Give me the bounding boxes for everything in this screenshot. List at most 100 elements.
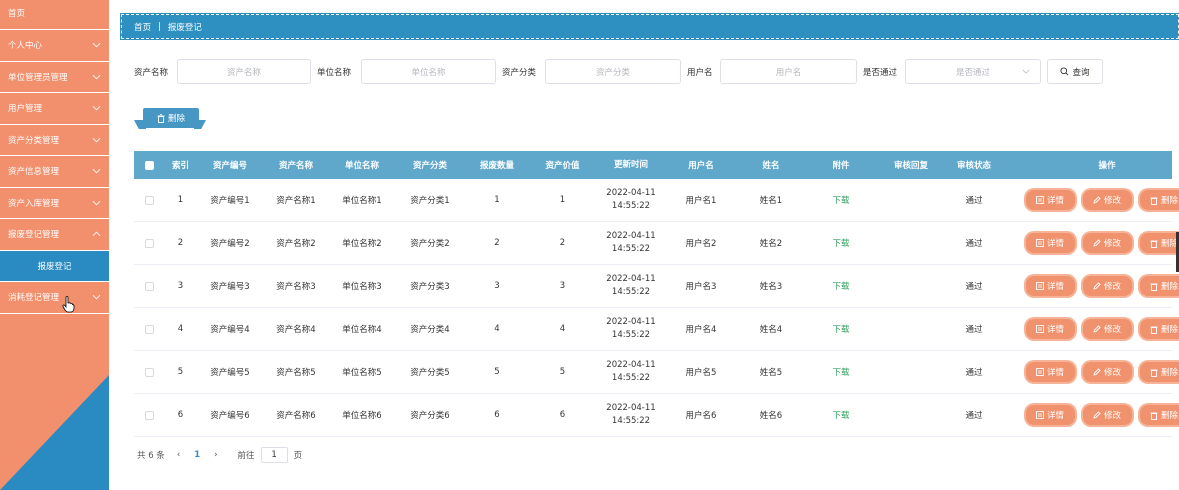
cell-unit-name: 单位名称4	[342, 325, 382, 335]
sidebar-subitem-scrap-register[interactable]: 报废登记	[0, 250, 109, 282]
cell-actions: 详情 修改 删除	[1002, 190, 1179, 210]
cell-asset-name: 资产名称3	[276, 282, 316, 292]
detail-button[interactable]: 详情	[1025, 276, 1075, 296]
row-checkbox[interactable]	[134, 367, 164, 377]
sidebar: 首页 个人中心 单位管理员管理 用户管理 资产分类管理 资产信息管理 资产入库管…	[0, 0, 109, 490]
cell-review-status: 通过	[965, 196, 983, 206]
edit-button[interactable]: 修改	[1082, 276, 1132, 296]
detail-button[interactable]: 详情	[1025, 362, 1075, 382]
row-checkbox[interactable]	[134, 410, 164, 420]
sidebar-item-scrap-management[interactable]: 报废登记管理	[0, 219, 109, 251]
edit-button[interactable]: 修改	[1082, 190, 1132, 210]
column-header: 资产名称	[278, 161, 313, 171]
row-checkbox[interactable]	[134, 238, 164, 248]
sidebar-item-asset-inbound[interactable]: 资产入库管理	[0, 188, 109, 219]
row-checkbox[interactable]	[134, 195, 164, 205]
cell-unit-name: 单位名称1	[342, 196, 382, 206]
download-link[interactable]: 下载	[832, 368, 849, 378]
sidebar-item-label: 资产入库管理	[8, 198, 60, 209]
page-number[interactable]: 1	[194, 450, 200, 460]
detail-button[interactable]: 详情	[1025, 319, 1075, 339]
sidebar-item-asset-category[interactable]: 资产分类管理	[0, 125, 109, 156]
breadcrumb-home[interactable]: 首页	[134, 21, 151, 33]
chevron-down-icon	[92, 169, 101, 174]
cell-date: 2022-04-11	[606, 231, 656, 241]
delete-button[interactable]: 删除	[1139, 362, 1179, 382]
download-link[interactable]: 下载	[832, 239, 849, 249]
cell-asset-name: 资产名称1	[276, 196, 316, 206]
delete-button[interactable]: 删除	[1139, 405, 1179, 425]
cell-updated-time: 2022-04-11 14:55:22	[596, 359, 666, 385]
cell-realname: 姓名6	[759, 411, 783, 421]
cell-username: 用户名4	[685, 325, 717, 335]
data-table: 索引 资产编号 资产名称 单位名称 资产分类 报废数量 资产价值 更新时间 用户…	[134, 151, 1179, 437]
cell-asset-value: 3	[559, 281, 566, 291]
column-header: 审核回复	[893, 161, 928, 171]
cell-attachment: 下载	[806, 280, 876, 292]
trash-icon	[1150, 240, 1158, 248]
detail-label: 详情	[1046, 411, 1064, 421]
sidebar-item-unit-admin[interactable]: 单位管理员管理	[0, 62, 109, 93]
delete-button[interactable]: 删除	[1139, 233, 1179, 253]
sidebar-item-label: 消耗登记管理	[8, 293, 60, 304]
trash-icon	[1150, 197, 1158, 205]
select-all-checkbox[interactable]	[134, 160, 164, 170]
table-row: 6 资产编号6 资产名称6 单位名称6 资产分类6 6 6 2022-04-11 14:55:2…	[134, 394, 1179, 437]
chevron-down-icon	[92, 106, 101, 111]
prev-page-icon[interactable]: ‹	[177, 450, 180, 460]
detail-icon	[1036, 239, 1044, 247]
row-checkbox[interactable]	[134, 324, 164, 334]
cell-index: 3	[177, 281, 184, 291]
table-header: 索引 资产编号 资产名称 单位名称 资产分类 报废数量 资产价值 更新时间 用户…	[134, 151, 1172, 179]
hand-cursor-icon	[62, 296, 75, 313]
search-button[interactable]: 查询	[1047, 59, 1103, 84]
detail-button[interactable]: 详情	[1025, 233, 1075, 253]
cell-realname: 姓名2	[759, 239, 783, 249]
edit-button[interactable]: 修改	[1082, 319, 1132, 339]
asset-category-input[interactable]: 资产分类	[545, 59, 681, 84]
edit-button[interactable]: 修改	[1082, 233, 1132, 253]
delete-button[interactable]: 删除	[1139, 276, 1179, 296]
detail-button[interactable]: 详情	[1025, 405, 1075, 425]
cell-asset-code: 资产编号6	[210, 411, 250, 421]
sidebar-item-profile[interactable]: 个人中心	[0, 30, 109, 62]
row-checkbox[interactable]	[134, 281, 164, 291]
edit-icon	[1093, 368, 1101, 376]
download-link[interactable]: 下载	[832, 411, 849, 421]
detail-button[interactable]: 详情	[1025, 190, 1075, 210]
asset-name-input[interactable]: 资产名称	[177, 59, 311, 84]
delete-label: 删除	[1160, 282, 1178, 292]
cell-asset-category: 资产分类6	[410, 411, 450, 421]
edit-button[interactable]: 修改	[1082, 362, 1132, 382]
breadcrumb: 首页 | 报废登记	[120, 13, 1179, 40]
column-header: 资产分类	[412, 161, 447, 171]
download-link[interactable]: 下载	[832, 325, 849, 335]
sidebar-item-users[interactable]: 用户管理	[0, 93, 109, 125]
cell-asset-category: 资产分类5	[410, 368, 450, 378]
cell-time: 14:55:22	[611, 373, 651, 383]
batch-delete-button[interactable]: 删除	[134, 108, 206, 130]
edit-button[interactable]: 修改	[1082, 405, 1132, 425]
trash-icon	[1150, 369, 1158, 377]
cell-asset-value: 2	[559, 238, 566, 248]
download-link[interactable]: 下载	[832, 282, 849, 292]
download-link[interactable]: 下载	[832, 196, 849, 206]
column-header: 姓名	[762, 161, 780, 171]
cell-time: 14:55:22	[611, 330, 651, 340]
goto-page-input[interactable]: 1	[260, 447, 288, 463]
sidebar-item-asset-info[interactable]: 资产信息管理	[0, 156, 109, 188]
approved-select[interactable]: 是否通过	[905, 59, 1041, 84]
cell-date: 2022-04-11	[606, 317, 656, 327]
chevron-down-icon	[92, 137, 101, 143]
cell-scrap-qty: 4	[494, 324, 500, 334]
delete-button[interactable]: 删除	[1139, 319, 1179, 339]
delete-button[interactable]: 删除	[1139, 190, 1179, 210]
cell-asset-value: 1	[559, 195, 566, 205]
unit-name-input[interactable]: 单位名称	[361, 59, 496, 84]
next-page-icon[interactable]: ›	[214, 450, 217, 460]
sidebar-item-home[interactable]: 首页	[0, 0, 109, 30]
cell-unit-name: 单位名称3	[342, 282, 382, 292]
sidebar-item-consumption-management[interactable]: 消耗登记管理	[0, 282, 109, 314]
cell-realname: 姓名4	[759, 325, 783, 335]
username-input[interactable]: 用户名	[720, 59, 857, 84]
